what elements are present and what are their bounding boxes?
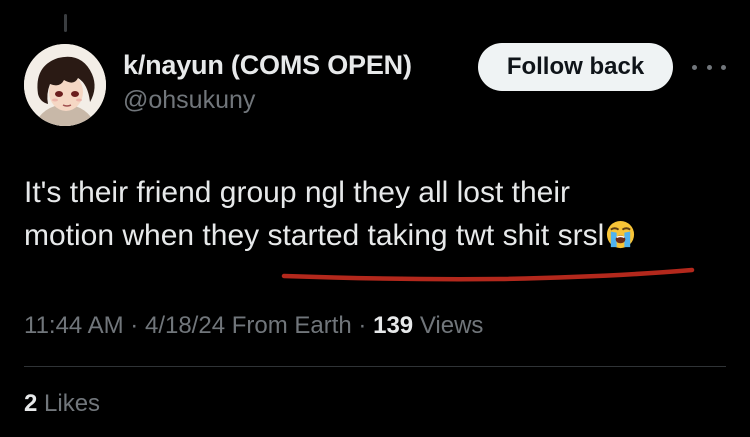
author-handle[interactable]: @ohsukuny xyxy=(123,86,255,115)
views-label: Views xyxy=(419,312,484,339)
tweet-time[interactable]: 11:44 AM xyxy=(24,312,124,339)
likes-count: 2 xyxy=(24,390,38,417)
avatar[interactable] xyxy=(24,44,106,126)
author-display-name[interactable]: k/nayun (COMS OPEN) xyxy=(123,50,412,81)
meta-separator: · xyxy=(358,312,367,339)
tweet-source: From Earth xyxy=(231,312,352,339)
tweet-text-line-1: It's their friend group ngl they all los… xyxy=(24,176,571,209)
likes-link[interactable]: 2 Likes xyxy=(24,390,100,418)
more-dot xyxy=(721,64,726,70)
red-underline-annotation xyxy=(281,267,695,282)
anime-avatar-icon xyxy=(24,44,106,126)
tweet-text: It's their friend group ngl they all los… xyxy=(24,171,734,257)
tweet-text-line-2: motion when they started taking twt shit… xyxy=(24,214,734,257)
more-options-icon[interactable] xyxy=(692,56,726,78)
loudly-crying-face-icon xyxy=(607,220,635,249)
more-dot xyxy=(692,64,697,70)
tweet-text-line-2-text: motion when they started taking twt shit… xyxy=(24,219,605,252)
follow-back-button[interactable]: Follow back xyxy=(478,43,673,91)
thread-connector-line xyxy=(64,14,67,32)
more-dot xyxy=(706,64,712,70)
tweet-meta: 11:44 AM · 4/18/24 From Earth · 139 View… xyxy=(24,312,483,340)
views-count: 139 xyxy=(373,312,414,339)
likes-label: Likes xyxy=(44,390,101,417)
tweet-date[interactable]: 4/18/24 xyxy=(145,312,225,339)
divider xyxy=(24,366,726,367)
meta-separator: · xyxy=(130,312,139,339)
